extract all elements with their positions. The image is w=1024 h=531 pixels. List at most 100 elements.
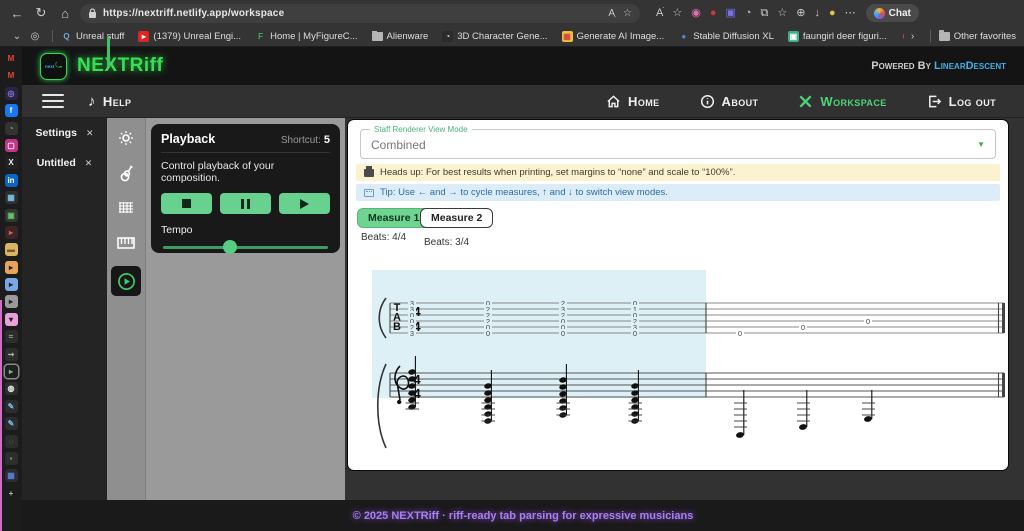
collapse-chevron-icon[interactable]: ⌄	[8, 31, 26, 42]
rail-item-purple-app[interactable]: ◎	[5, 87, 18, 100]
sidebar-tab-untitled[interactable]: Untitled ✕	[22, 148, 107, 178]
logo-riff-icon: ⤿	[55, 61, 62, 71]
logout-icon	[927, 94, 942, 109]
stop-button[interactable]	[161, 193, 212, 214]
close-icon[interactable]: ✕	[86, 128, 94, 139]
bookmark-favicon	[372, 32, 383, 41]
profile-icon[interactable]: ●	[829, 8, 836, 19]
tool-guitar[interactable]	[111, 161, 141, 185]
rail-item-github[interactable]: ◍	[5, 382, 18, 395]
svg-text:0: 0	[561, 329, 565, 338]
nav-help[interactable]: ♪ Help	[88, 93, 131, 110]
tool-brightness[interactable]	[111, 126, 141, 150]
folder-icon	[939, 32, 950, 41]
rail-item-dark-app-1[interactable]: ◔	[5, 122, 18, 135]
favorite-icon[interactable]: ☆	[623, 8, 632, 19]
playback-panel: Playback Shortcut:5 Control playback of …	[151, 124, 340, 253]
bookmark-item[interactable]: QUnreal stuff	[61, 31, 124, 42]
back-icon[interactable]: ←	[8, 6, 26, 21]
rail-item-video-blue[interactable]: ▸	[5, 278, 18, 291]
pause-button[interactable]	[220, 193, 271, 214]
svg-text:0: 0	[738, 329, 742, 338]
nav-workspace[interactable]: Workspace	[798, 94, 886, 109]
rail-item-green-app[interactable]: ▣	[5, 209, 18, 222]
tool-fretboard[interactable]	[111, 196, 141, 220]
bookmark-item[interactable]: ▦Generate AI Image...	[562, 31, 665, 42]
read-aloud-icon[interactable]: Aַ	[608, 8, 615, 19]
extension-purple-icon[interactable]: ▣	[725, 8, 735, 19]
rail-item-active-app[interactable]: ▸	[5, 365, 18, 378]
playback-description: Control playback of your composition.	[161, 160, 330, 184]
rail-item-gmail-2[interactable]: M	[5, 69, 18, 82]
bookmark-item[interactable]: ◔3D Character Gene...	[442, 31, 547, 42]
bookmark-item[interactable]: ▣faungirl deer figuri...	[788, 31, 887, 42]
more-menu-icon[interactable]: ⋯	[845, 8, 856, 19]
rail-item-dark-app-2[interactable]: ▪	[5, 452, 18, 465]
grid-icon	[118, 201, 134, 215]
rail-item-facebook[interactable]: f	[5, 104, 18, 117]
tools-icon	[798, 94, 813, 109]
bookmark-item[interactable]: FHome | MyFigureC...	[255, 31, 357, 42]
nextriff-logo[interactable]: next ⤿	[40, 53, 67, 80]
slider-thumb[interactable]	[223, 240, 237, 254]
rail-item-waves-app[interactable]: ≈	[5, 330, 18, 343]
footer-text: © 2025 NEXTRiff · riff-ready tab parsing…	[353, 510, 694, 522]
sidebar-toggle-icon[interactable]: ◎	[26, 31, 44, 42]
rail-item-pen-blue-2[interactable]: ✎	[5, 417, 18, 430]
bookmark-item[interactable]: Alienware	[372, 31, 429, 42]
keyboard-icon	[364, 189, 374, 197]
extension-red-icon[interactable]: ●	[710, 8, 717, 19]
rail-item-blue-grid-app[interactable]: ▦	[5, 469, 18, 482]
other-favorites-button[interactable]: Other favorites	[939, 31, 1016, 42]
rail-item-tan-app[interactable]: ▬	[5, 243, 18, 256]
tempo-slider[interactable]	[161, 240, 330, 254]
address-bar[interactable]: https://nextriff.netlify.app/workspace A…	[80, 4, 640, 23]
menu-button[interactable]	[42, 94, 64, 109]
bookmark-item[interactable]: ●Stable Diffusion XL	[678, 31, 774, 42]
tool-playback-active[interactable]	[111, 266, 141, 296]
reload-icon[interactable]: ↻	[32, 5, 50, 21]
favorites-bar-icon[interactable]: ☆	[777, 8, 787, 19]
chat-button[interactable]: Chat	[866, 4, 919, 22]
measure-2-beats: Beats: 3/4	[424, 237, 469, 248]
close-icon[interactable]: ✕	[85, 158, 93, 169]
rail-item-red-video[interactable]: ▸	[5, 226, 18, 239]
rail-item-gmail-1[interactable]: M	[5, 52, 18, 65]
sidebar-tab-settings[interactable]: Settings ✕	[22, 118, 107, 148]
bookmark-item[interactable]: ▸(1379) Unreal Engi...	[138, 31, 241, 42]
overflow-chevron-icon[interactable]: ›	[904, 31, 922, 42]
rail-item-linkedin[interactable]: in	[5, 174, 18, 187]
extension-gray-icon[interactable]: ◔	[745, 8, 752, 19]
rail-item-x-app[interactable]: X	[5, 156, 18, 169]
rail-item-add-tab[interactable]: +	[5, 487, 18, 500]
staff-view-mode-select[interactable]: Staff Renderer View Mode Combined ▼	[360, 129, 996, 159]
rail-item-pen-blue-1[interactable]: ✎	[5, 400, 18, 413]
extension-color-icon[interactable]: ◉	[691, 8, 701, 19]
play-button[interactable]	[279, 193, 330, 214]
nav-about[interactable]: About	[700, 94, 759, 109]
measure-2-button[interactable]: Measure 2	[420, 208, 493, 228]
split-screen-icon[interactable]: ⧉	[761, 8, 769, 19]
rail-item-video-pink[interactable]: ▾	[5, 313, 18, 326]
nav-home[interactable]: Home	[606, 94, 660, 109]
browser-essentials-icon[interactable]: ⊕	[796, 8, 805, 19]
score-renderer[interactable]: TAB4433002302220023200001023000044	[360, 266, 1010, 458]
rail-item-video-gray[interactable]: ▸	[5, 295, 18, 308]
tool-piano[interactable]	[111, 231, 141, 255]
home-browser-icon[interactable]: ⌂	[56, 6, 74, 21]
rail-item-route-app[interactable]: ⇝	[5, 348, 18, 361]
read-aloud-icon[interactable]: Aׁ	[656, 8, 663, 19]
favorite-star-icon[interactable]: ☆	[672, 8, 682, 19]
nav-logout[interactable]: Log out	[927, 94, 996, 109]
info-icon	[700, 94, 715, 109]
chevron-down-icon: ▼	[977, 140, 985, 149]
lineardescent-link[interactable]: LinearDescent	[934, 60, 1006, 72]
rail-item-instagram[interactable]: ▢	[5, 139, 18, 152]
rail-item-tiles-app[interactable]: ▦	[5, 191, 18, 204]
rail-item-video-orange[interactable]: ▸	[5, 261, 18, 274]
tool-strip	[107, 118, 145, 500]
downloads-icon[interactable]: ↓	[815, 8, 821, 19]
rail-item-globe-app[interactable]: ◌	[5, 435, 18, 448]
svg-text:B: B	[393, 321, 401, 333]
guitar-icon	[119, 165, 133, 182]
